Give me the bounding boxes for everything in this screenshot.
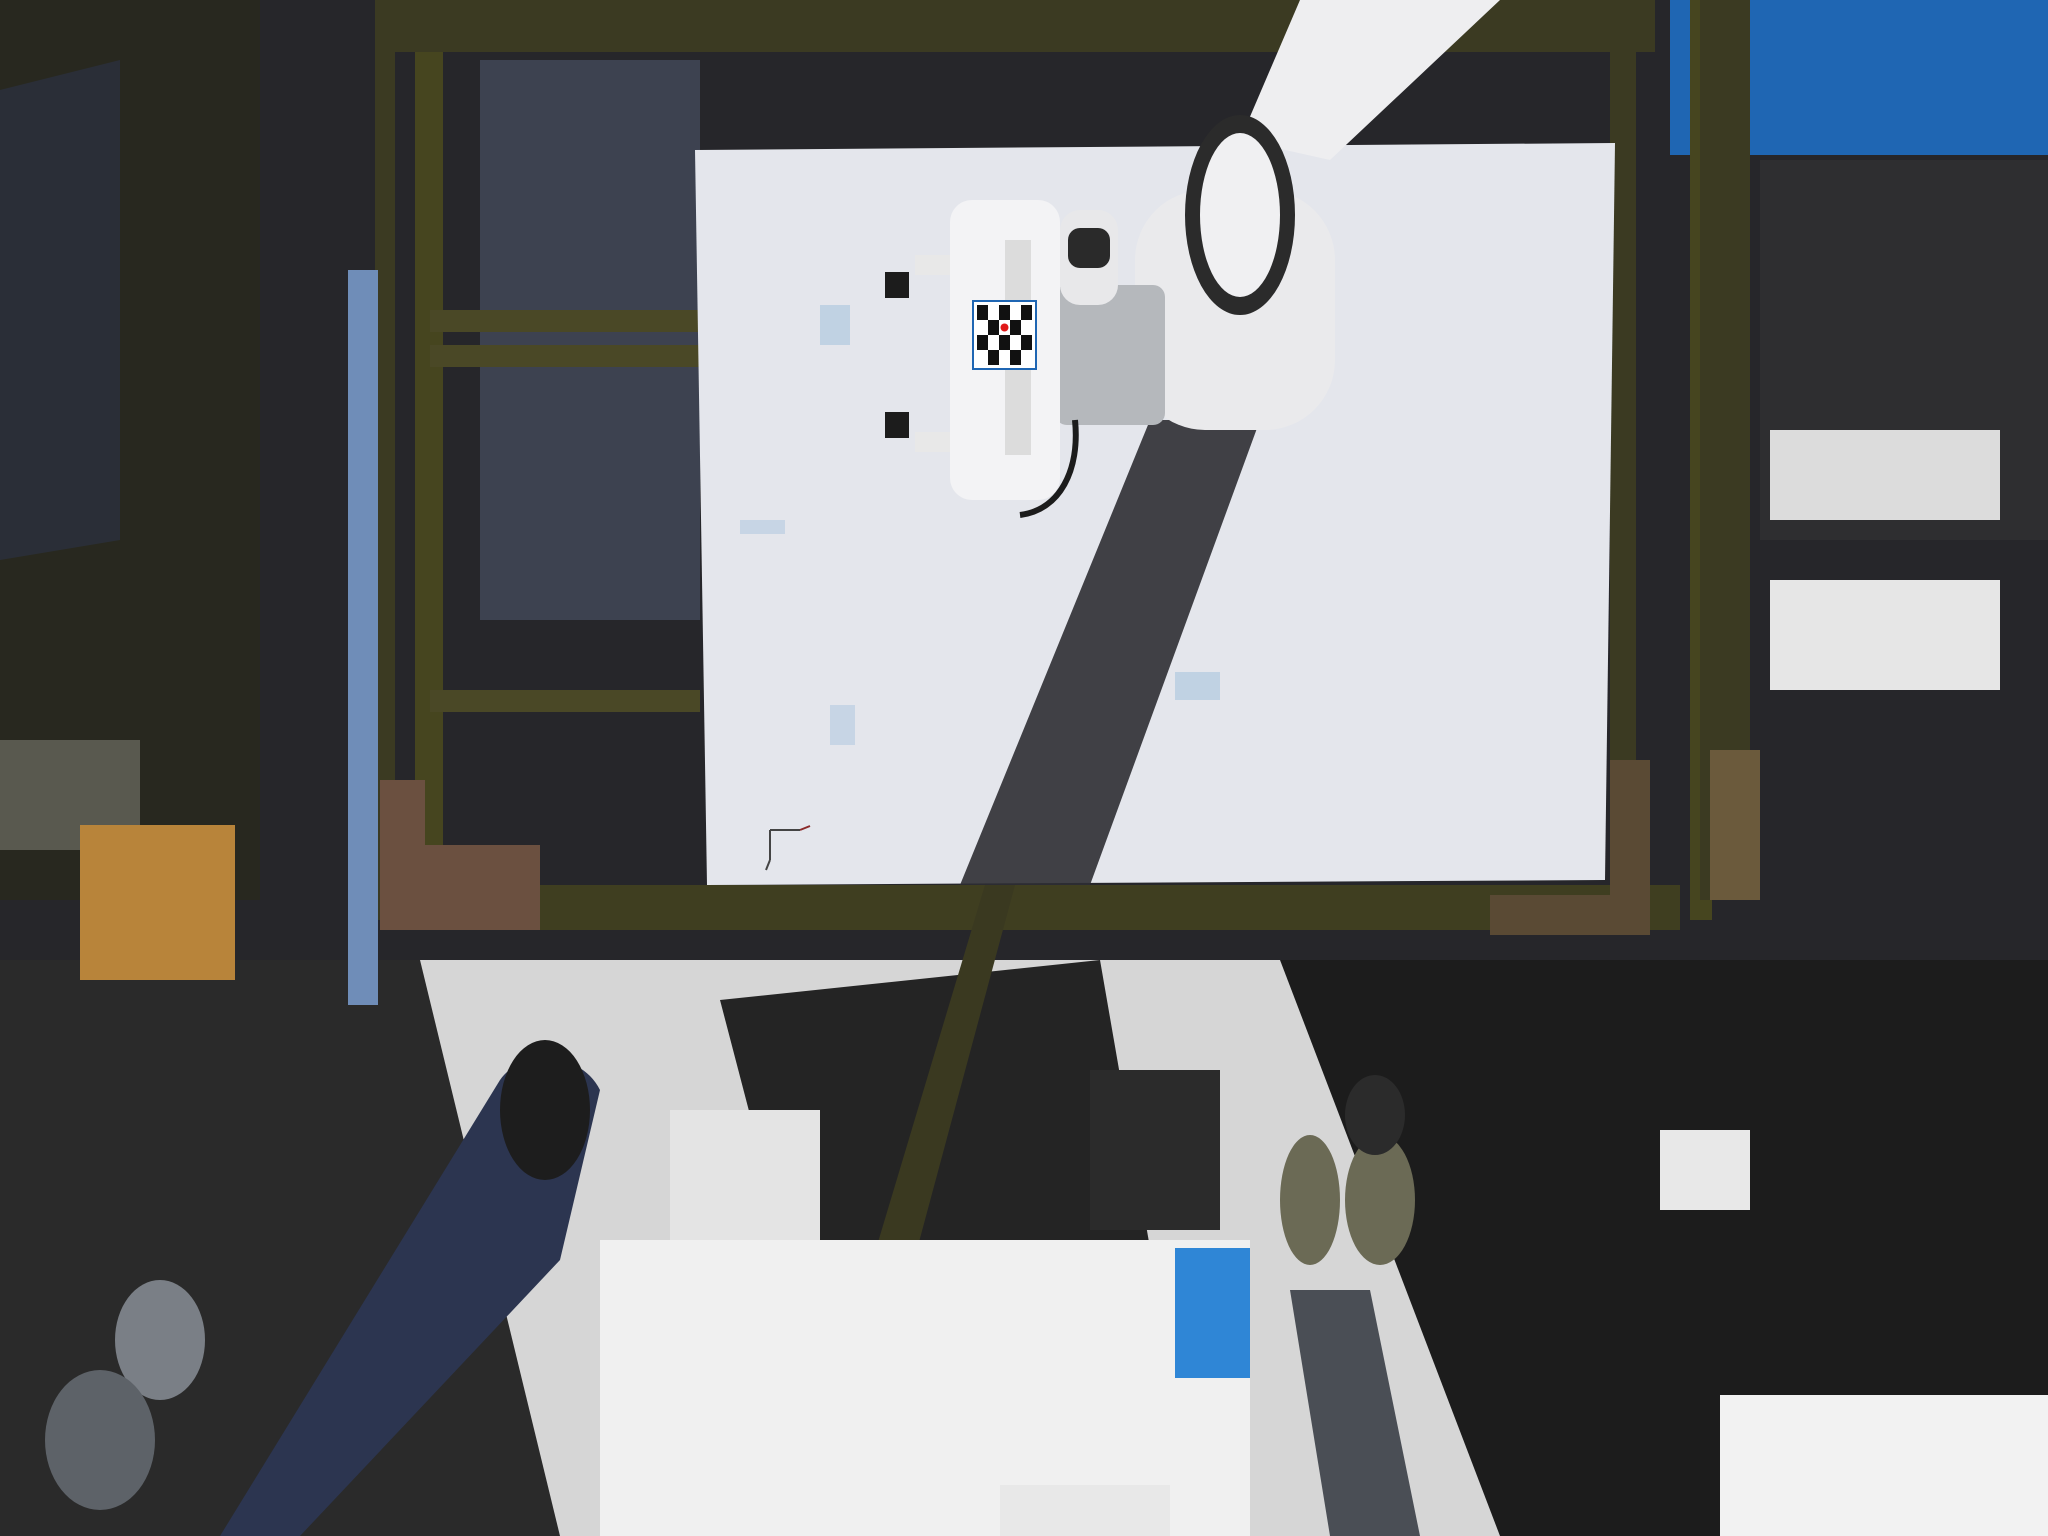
checker-square xyxy=(999,305,1010,320)
robot-flange xyxy=(1055,285,1165,425)
shoe-right-2 xyxy=(1345,1135,1415,1265)
checker-square xyxy=(1021,305,1032,320)
camera-scene xyxy=(0,0,2048,1536)
right-device xyxy=(1660,1130,1750,1210)
frame-beam-bottom xyxy=(380,885,1680,930)
shoe-right-1 xyxy=(1280,1135,1340,1265)
frame-beam-mid-3 xyxy=(430,690,700,712)
background-panel xyxy=(480,60,700,620)
tape-mark-1 xyxy=(820,305,850,345)
gripper-finger-bottom xyxy=(915,432,950,452)
corner-bracket-right xyxy=(1610,760,1650,900)
robot-button-dark xyxy=(1068,228,1110,268)
checker-square xyxy=(1010,350,1021,365)
gripper-fingertip-top xyxy=(885,272,909,298)
dark-box xyxy=(1090,1070,1220,1230)
gripper-fingertip-bottom xyxy=(885,412,909,438)
keyboard-center xyxy=(1000,1485,1170,1536)
shoe-right-3 xyxy=(1345,1075,1405,1155)
corner-bracket-right-2 xyxy=(1710,750,1760,900)
frame-beam-mid-2 xyxy=(430,345,700,367)
checkerboard-marker xyxy=(1000,323,1009,332)
corner-bracket-far-left xyxy=(80,825,235,980)
shoe-left-3 xyxy=(45,1370,155,1510)
keyboard-right xyxy=(1720,1395,2048,1536)
tape-mark-4 xyxy=(740,520,785,534)
robot-joint-cap xyxy=(1200,133,1280,297)
calibration-checkerboard-icon xyxy=(972,300,1037,370)
checker-square xyxy=(999,335,1010,350)
tape-mark-3 xyxy=(830,705,855,745)
shelf-item-2 xyxy=(1770,580,2000,690)
frame-beam-mid-1 xyxy=(430,310,700,332)
frame-left-structure xyxy=(0,0,260,900)
checker-square xyxy=(988,320,999,335)
tape-mark-2 xyxy=(1175,672,1220,700)
checker-square xyxy=(1010,320,1021,335)
checker-square xyxy=(977,305,988,320)
corner-bracket-bottom-right xyxy=(1490,895,1650,935)
shelf-item-1 xyxy=(1770,430,2000,520)
checker-square xyxy=(977,335,988,350)
blue-device xyxy=(1175,1248,1250,1378)
gripper-finger-top xyxy=(915,255,950,275)
checker-square xyxy=(988,350,999,365)
shoe-left-1 xyxy=(500,1040,590,1180)
checker-square xyxy=(1021,335,1032,350)
scene-drawing xyxy=(0,0,2048,1536)
side-board xyxy=(348,270,378,1005)
